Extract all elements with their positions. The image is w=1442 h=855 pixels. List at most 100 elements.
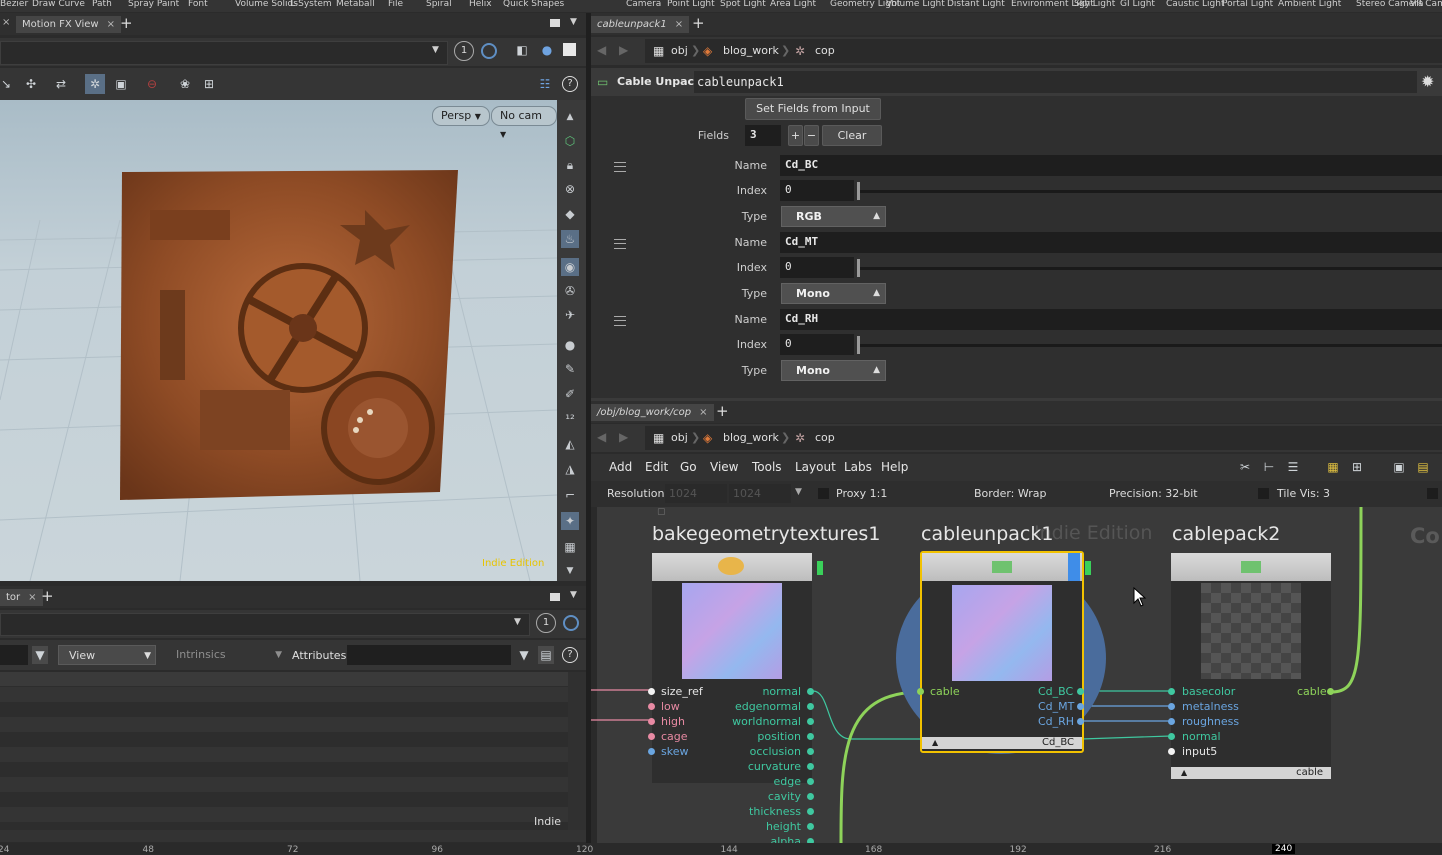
set-fields-button[interactable]: Set Fields from Input — [745, 98, 881, 120]
tilevis-checkbox[interactable] — [1258, 488, 1269, 499]
close-icon[interactable]: × — [675, 19, 683, 30]
input-dot[interactable] — [648, 688, 655, 695]
output-dot[interactable] — [807, 763, 814, 770]
output-dot[interactable] — [807, 793, 814, 800]
shelf-tool[interactable]: Distant Light — [947, 0, 1005, 9]
shelf-tool[interactable]: GI Light — [1120, 0, 1155, 9]
breadcrumb-obj[interactable]: obj — [671, 39, 688, 63]
output-dot[interactable] — [807, 823, 814, 830]
select-icon[interactable]: ↘ — [0, 75, 12, 93]
index-slider[interactable] — [860, 190, 1442, 193]
sticky-note-icon[interactable]: ▤ — [1415, 459, 1431, 475]
input-dot[interactable] — [1168, 688, 1175, 695]
drag-handle-icon[interactable] — [614, 316, 626, 326]
bucket-icon[interactable]: ◭ — [561, 435, 579, 453]
display-number-button[interactable]: 1 — [536, 613, 556, 633]
output-dot[interactable] — [807, 703, 814, 710]
numbers-icon[interactable]: ¹² — [561, 410, 579, 428]
shelf-tool[interactable]: Path — [92, 0, 112, 9]
checker-icon[interactable]: ▦ — [561, 538, 579, 556]
chevron-down-icon[interactable]: ▼ — [432, 45, 439, 55]
shelf-tool[interactable]: Font — [188, 0, 208, 9]
back-icon[interactable]: ◀ — [597, 43, 606, 57]
layout-icon[interactable]: ⊞ — [1349, 459, 1365, 475]
shelf-tool[interactable]: L-System — [290, 0, 332, 9]
input-dot[interactable] — [1168, 748, 1175, 755]
shelf-tool[interactable]: Spot Light — [720, 0, 766, 9]
input-dot[interactable] — [1168, 733, 1175, 740]
precision-label[interactable]: Precision: 32-bit — [1109, 487, 1198, 500]
link-icon[interactable] — [481, 43, 497, 59]
edge-icon[interactable]: ⌐ — [561, 486, 579, 504]
node-title[interactable]: cablepack2 — [1172, 523, 1280, 545]
shelf-tool[interactable]: Point Light — [667, 0, 715, 9]
shelf-tool[interactable]: Spiral — [426, 0, 452, 9]
index-slider[interactable] — [860, 344, 1442, 347]
field-index-input[interactable]: 0 — [780, 257, 854, 278]
shelf-tool[interactable]: Volume Light — [886, 0, 945, 9]
menu-item-add[interactable]: Add — [609, 460, 632, 474]
help-icon[interactable]: ? — [562, 76, 578, 92]
render-icon[interactable]: ◉ — [561, 258, 579, 276]
output-dot[interactable] — [807, 748, 814, 755]
extra-checkbox[interactable] — [1427, 488, 1438, 499]
output-dot[interactable] — [807, 718, 814, 725]
close-icon[interactable]: × — [28, 592, 36, 603]
shelf-tool[interactable]: File — [388, 0, 403, 9]
white-box-icon[interactable] — [563, 43, 576, 56]
tab-cableunpack1[interactable]: cableunpack1 × — [591, 16, 690, 33]
res-width-input[interactable]: 1024 — [665, 484, 727, 503]
snap-tool-icon[interactable]: ✦ — [561, 512, 579, 530]
forward-icon[interactable]: ▶ — [619, 43, 628, 57]
chevron-down-icon[interactable]: ▼ — [514, 617, 521, 627]
node-title[interactable]: cableunpack1 — [921, 523, 1053, 545]
wrench-icon[interactable]: ✂ — [1237, 459, 1253, 475]
intrinsics-menu[interactable]: Intrinsics ▼ — [164, 645, 286, 665]
persp-menu[interactable]: Persp ▼ — [432, 106, 490, 126]
brush-icon[interactable]: ✎ — [561, 360, 579, 378]
shelf-tool[interactable]: Area Light — [770, 0, 816, 9]
cable-input-dot[interactable] — [917, 688, 924, 695]
output-dot[interactable] — [1077, 703, 1084, 710]
field-type-menu[interactable]: Mono ▲ — [781, 283, 886, 304]
sculpt-icon[interactable]: ◮ — [561, 460, 579, 478]
scroll-up-icon[interactable]: ▲ — [561, 108, 579, 126]
output-dot[interactable] — [807, 808, 814, 815]
maximize-icon[interactable] — [550, 593, 560, 601]
window-icon[interactable]: ▣ — [1391, 459, 1407, 475]
gear-icon[interactable]: ✹ — [1421, 72, 1434, 91]
breadcrumb-cop[interactable]: cop — [815, 426, 835, 450]
point-icon[interactable]: ● — [561, 336, 579, 354]
ghost-icon[interactable]: ⊞ — [200, 75, 218, 93]
menu-item-labs[interactable]: Labs — [844, 460, 872, 474]
pin-icon[interactable]: ▤ — [538, 646, 554, 664]
slider-handle[interactable] — [857, 336, 860, 354]
shelf-tool[interactable]: Quick Shapes — [503, 0, 564, 9]
camera-menu[interactable]: No cam ▼ — [491, 106, 557, 139]
filter-icon[interactable]: ▼ — [516, 646, 532, 664]
tab-spreadsheet[interactable]: tor × — [0, 589, 43, 606]
cube-icon[interactable]: ◧ — [513, 41, 531, 59]
slider-handle[interactable] — [857, 259, 860, 277]
back-icon[interactable]: ◀ — [597, 430, 606, 444]
geometry-icon[interactable]: ⬡ — [561, 132, 579, 150]
cable-output-dot[interactable] — [1327, 688, 1334, 695]
index-slider[interactable] — [860, 267, 1442, 270]
menu-item-layout[interactable]: Layout — [795, 460, 836, 474]
breadcrumb-blog-work[interactable]: blog_work — [723, 426, 779, 450]
input-dot[interactable] — [648, 733, 655, 740]
output-dot[interactable] — [807, 778, 814, 785]
pane-menu-icon[interactable]: ▼ — [570, 17, 577, 27]
shelf-tool[interactable]: Ambient Light — [1278, 0, 1341, 9]
drag-handle-icon[interactable] — [614, 239, 626, 249]
tab-network[interactable]: /obj/blog_work/cop × — [591, 404, 714, 421]
field-type-menu[interactable]: RGB ▲ — [781, 206, 886, 227]
node-field[interactable] — [0, 645, 28, 665]
scroll-down-icon[interactable]: ▼ — [561, 562, 579, 580]
filter-icon[interactable]: ▼ — [32, 646, 48, 664]
shelf-tool[interactable]: Helix — [469, 0, 492, 9]
field-type-menu[interactable]: Mono ▲ — [781, 360, 886, 381]
forward-icon[interactable]: ▶ — [619, 430, 628, 444]
shelf-tool[interactable]: Sky Light — [1074, 0, 1115, 9]
link-icon[interactable] — [563, 615, 579, 631]
